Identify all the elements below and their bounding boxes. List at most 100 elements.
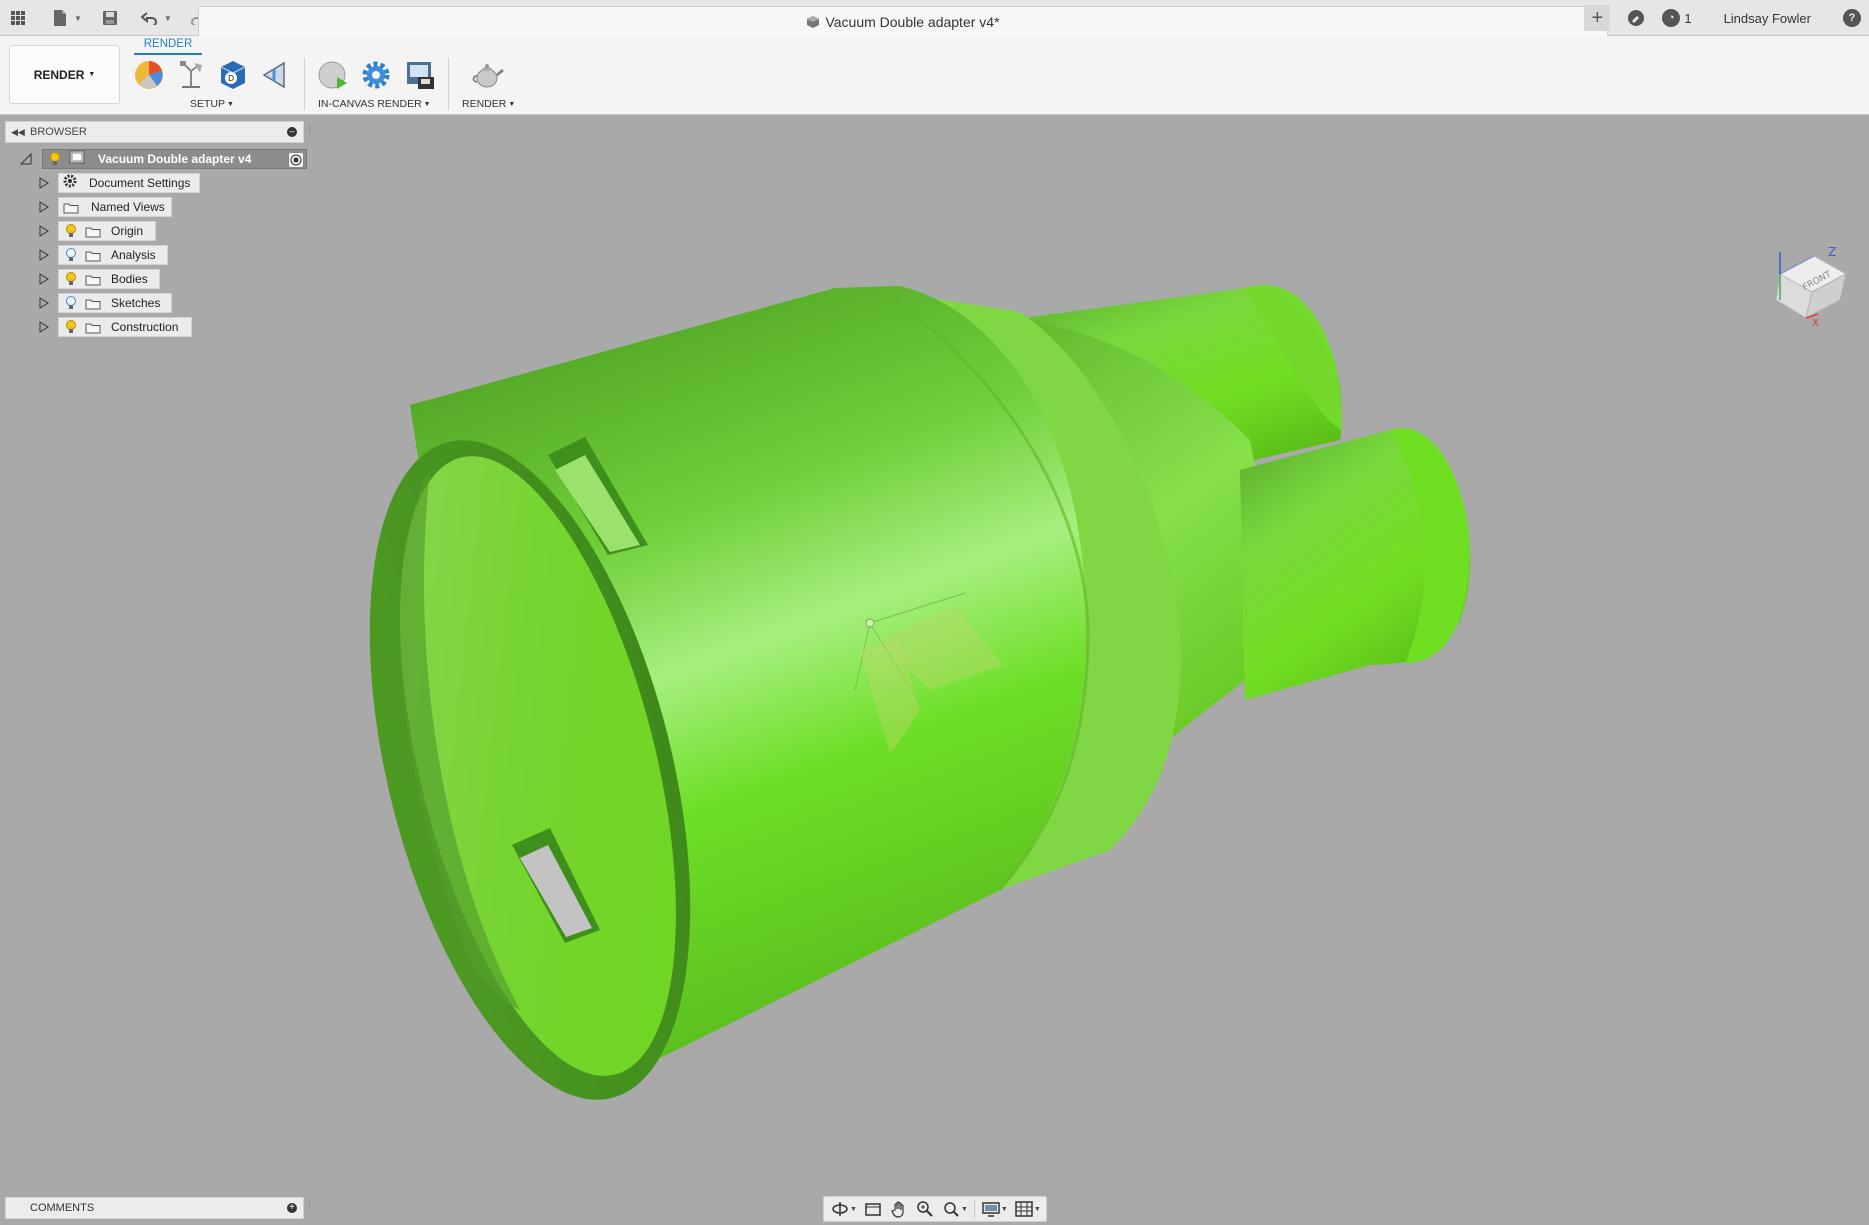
file-menu-caret-icon[interactable]: ▼ — [74, 14, 82, 23]
app-grid-icon[interactable] — [6, 6, 30, 30]
help-icon[interactable]: ? — [1843, 9, 1861, 27]
expand-triangle-icon[interactable] — [38, 201, 50, 213]
save-icon[interactable] — [98, 6, 122, 30]
view-cube[interactable]: FRONT Z X — [1768, 244, 1848, 334]
scene-settings-tool[interactable] — [172, 56, 210, 94]
texture-map-controls-tool[interactable]: D — [214, 56, 252, 94]
display-settings-icon[interactable] — [981, 1199, 1001, 1219]
lightbulb-off-icon[interactable] — [65, 296, 77, 310]
expand-triangle-icon[interactable] — [38, 177, 50, 189]
browser-item-document-settings[interactable]: Document Settings — [38, 173, 218, 193]
capture-image-tool[interactable] — [401, 56, 439, 94]
component-icon — [69, 150, 85, 169]
nav-divider — [973, 1200, 975, 1218]
job-status[interactable]: ◔ 1 — [1662, 9, 1692, 27]
folder-icon — [85, 273, 101, 286]
in-canvas-render-group-label[interactable]: IN-CANVAS RENDER ▼ — [318, 98, 431, 110]
canvas-viewport[interactable]: FRONT Z X — [0, 116, 1869, 1225]
render-group-label[interactable]: RENDER ▼ — [462, 98, 515, 110]
extensions-icon[interactable] — [1624, 6, 1648, 30]
document-cube-icon — [806, 15, 820, 32]
orbit-caret-icon[interactable]: ▼ — [850, 1206, 857, 1213]
new-tab-button[interactable]: + — [1584, 5, 1611, 31]
undo-icon[interactable] — [138, 6, 162, 30]
browser-item-named-views[interactable]: Named Views — [38, 197, 218, 217]
browser-item-label: Document Settings — [89, 176, 191, 190]
svg-text:X: X — [1812, 318, 1819, 329]
navigation-bar: ▼ ▼ ▼ ▼ — [823, 1196, 1047, 1222]
expand-triangle-icon[interactable] — [38, 273, 50, 285]
lightbulb-on-icon[interactable] — [49, 152, 61, 166]
file-menu-icon[interactable] — [48, 6, 72, 30]
browser-item-origin[interactable]: Origin — [38, 221, 218, 241]
zoom-icon[interactable] — [915, 1199, 935, 1219]
orbit-icon[interactable] — [830, 1199, 850, 1219]
activate-component-radio[interactable] — [288, 152, 304, 168]
expand-triangle-icon[interactable] — [38, 225, 50, 237]
collapse-panel-icon[interactable]: ◀◀ — [11, 127, 25, 138]
zoom-caret-icon[interactable]: ▼ — [961, 1206, 968, 1213]
in-canvas-render-settings-tool[interactable] — [357, 56, 395, 94]
lightbulb-on-icon[interactable] — [65, 320, 77, 334]
render-teapot-tool[interactable] — [469, 56, 507, 94]
expand-triangle-icon[interactable] — [38, 249, 50, 261]
panel-grip-icon[interactable]: ⁞ — [308, 125, 311, 136]
bodies-pill[interactable]: Bodies — [58, 269, 160, 289]
root-component-pill[interactable]: Vacuum Double adapter v4 — [42, 149, 307, 169]
vacuum-adapter-model[interactable] — [0, 116, 1869, 1225]
setup-group-label[interactable]: SETUP ▼ — [190, 98, 234, 110]
browser-title: BROWSER — [30, 126, 87, 138]
folder-icon — [85, 249, 101, 262]
expand-triangle-icon[interactable] — [38, 321, 50, 333]
display-settings-caret-icon[interactable]: ▼ — [1001, 1206, 1008, 1213]
browser-item-analysis[interactable]: Analysis — [38, 245, 218, 265]
look-at-icon[interactable] — [863, 1199, 883, 1219]
in-canvas-render-tool[interactable] — [314, 56, 352, 94]
browser-item-bodies[interactable]: Bodies — [38, 269, 218, 289]
workspace-switcher-button[interactable]: RENDER ▼ — [9, 45, 120, 104]
origin-pill[interactable]: Origin — [58, 221, 156, 241]
comments-title: COMMENTS — [30, 1202, 95, 1214]
decal-tool[interactable] — [256, 56, 294, 94]
user-name[interactable]: Lindsay Fowler — [1724, 11, 1811, 26]
document-settings-pill[interactable]: Document Settings — [58, 173, 200, 193]
browser-panel-header[interactable]: ◀◀ BROWSER – ⁞ — [5, 121, 311, 143]
construction-pill[interactable]: Construction — [58, 317, 192, 337]
active-tab-indicator — [134, 53, 202, 55]
appearance-tool[interactable] — [130, 56, 168, 94]
document-title: Vacuum Double adapter v4* — [199, 14, 1607, 32]
browser-minimize-icon[interactable]: – — [287, 127, 297, 137]
folder-icon — [85, 225, 101, 238]
workspace-caret-icon: ▼ — [88, 71, 96, 78]
expand-triangle-icon[interactable] — [38, 297, 50, 309]
named-views-pill[interactable]: Named Views — [58, 197, 172, 217]
toolbar-divider — [448, 58, 449, 110]
browser-item-sketches[interactable]: Sketches — [38, 293, 218, 313]
add-comment-icon[interactable]: + — [287, 1203, 297, 1213]
lightbulb-on-icon[interactable] — [65, 272, 77, 286]
setup-group-text: SETUP — [190, 98, 226, 110]
workspace-label: RENDER — [33, 67, 85, 82]
collapse-triangle-icon[interactable] — [20, 153, 32, 165]
folder-icon — [85, 321, 101, 334]
browser-item-construction[interactable]: Construction — [38, 317, 218, 337]
lightbulb-on-icon[interactable] — [65, 224, 77, 238]
svg-text:D: D — [228, 74, 234, 83]
toolbar-divider — [304, 58, 305, 110]
grid-caret-icon[interactable]: ▼ — [1034, 1206, 1041, 1213]
job-status-count: 1 — [1684, 10, 1692, 26]
fit-icon[interactable] — [941, 1199, 961, 1219]
pan-hand-icon[interactable] — [889, 1199, 909, 1219]
svg-text:Z: Z — [1828, 245, 1836, 259]
grid-icon[interactable] — [1014, 1199, 1034, 1219]
sketches-pill[interactable]: Sketches — [58, 293, 172, 313]
undo-caret-icon[interactable]: ▼ — [164, 14, 172, 23]
document-tab[interactable]: Vacuum Double adapter v4* ✕ — [198, 6, 1608, 36]
clock-icon: ◔ — [1662, 9, 1681, 27]
comments-panel-header[interactable]: COMMENTS + ⁞ — [5, 1197, 311, 1219]
ribbon-toolbar: RENDER ▼ RENDER D SETUP ▼ IN-CANVAS REND… — [0, 36, 1869, 115]
panel-grip-icon[interactable]: ⁞ — [308, 1201, 311, 1212]
browser-root-row[interactable]: Vacuum Double adapter v4 — [20, 149, 307, 169]
lightbulb-off-icon[interactable] — [65, 248, 77, 262]
analysis-pill[interactable]: Analysis — [58, 245, 168, 265]
